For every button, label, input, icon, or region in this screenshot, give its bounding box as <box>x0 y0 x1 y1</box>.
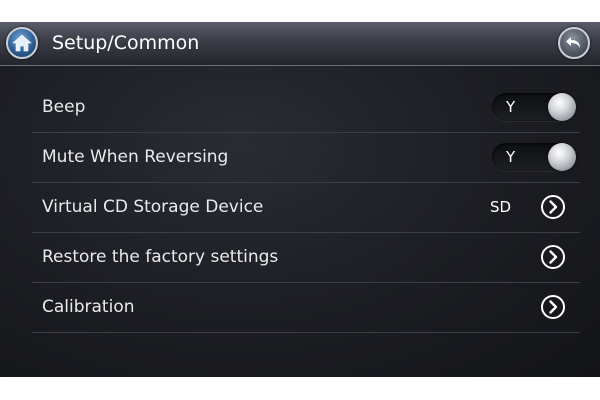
page-title: Setup/Common <box>52 32 200 54</box>
setting-label: Restore the factory settings <box>42 247 279 267</box>
toggle-value: Y <box>506 98 516 116</box>
home-icon <box>12 34 32 52</box>
setting-row-calibration[interactable]: Calibration <box>32 282 580 333</box>
chevron-right-icon[interactable] <box>540 294 566 320</box>
chevron-right-icon[interactable] <box>540 194 566 220</box>
setting-row-beep[interactable]: Beep Y <box>32 82 580 133</box>
setting-row-virtual-cd-storage[interactable]: Virtual CD Storage Device SD <box>32 182 580 233</box>
toggle-knob[interactable] <box>548 93 576 121</box>
mute-when-reversing-toggle[interactable]: Y <box>492 143 576 171</box>
setting-row-restore-factory[interactable]: Restore the factory settings <box>32 232 580 283</box>
back-arrow-icon <box>566 37 580 48</box>
beep-toggle[interactable]: Y <box>492 93 576 121</box>
setting-row-mute-when-reversing[interactable]: Mute When Reversing Y <box>32 132 580 183</box>
settings-screen: Setup/Common Beep Y Mute When Reversing … <box>0 22 600 377</box>
toggle-knob[interactable] <box>548 143 576 171</box>
chevron-right-icon[interactable] <box>540 244 566 270</box>
home-button[interactable] <box>6 27 38 59</box>
toggle-value: Y <box>506 148 516 166</box>
setting-label: Virtual CD Storage Device <box>42 197 264 217</box>
header-bar: Setup/Common <box>0 22 600 66</box>
setting-label: Calibration <box>42 297 135 317</box>
back-button[interactable] <box>558 27 590 59</box>
setting-label: Mute When Reversing <box>42 147 229 167</box>
setting-label: Beep <box>42 97 86 117</box>
storage-device-value: SD <box>490 198 512 216</box>
